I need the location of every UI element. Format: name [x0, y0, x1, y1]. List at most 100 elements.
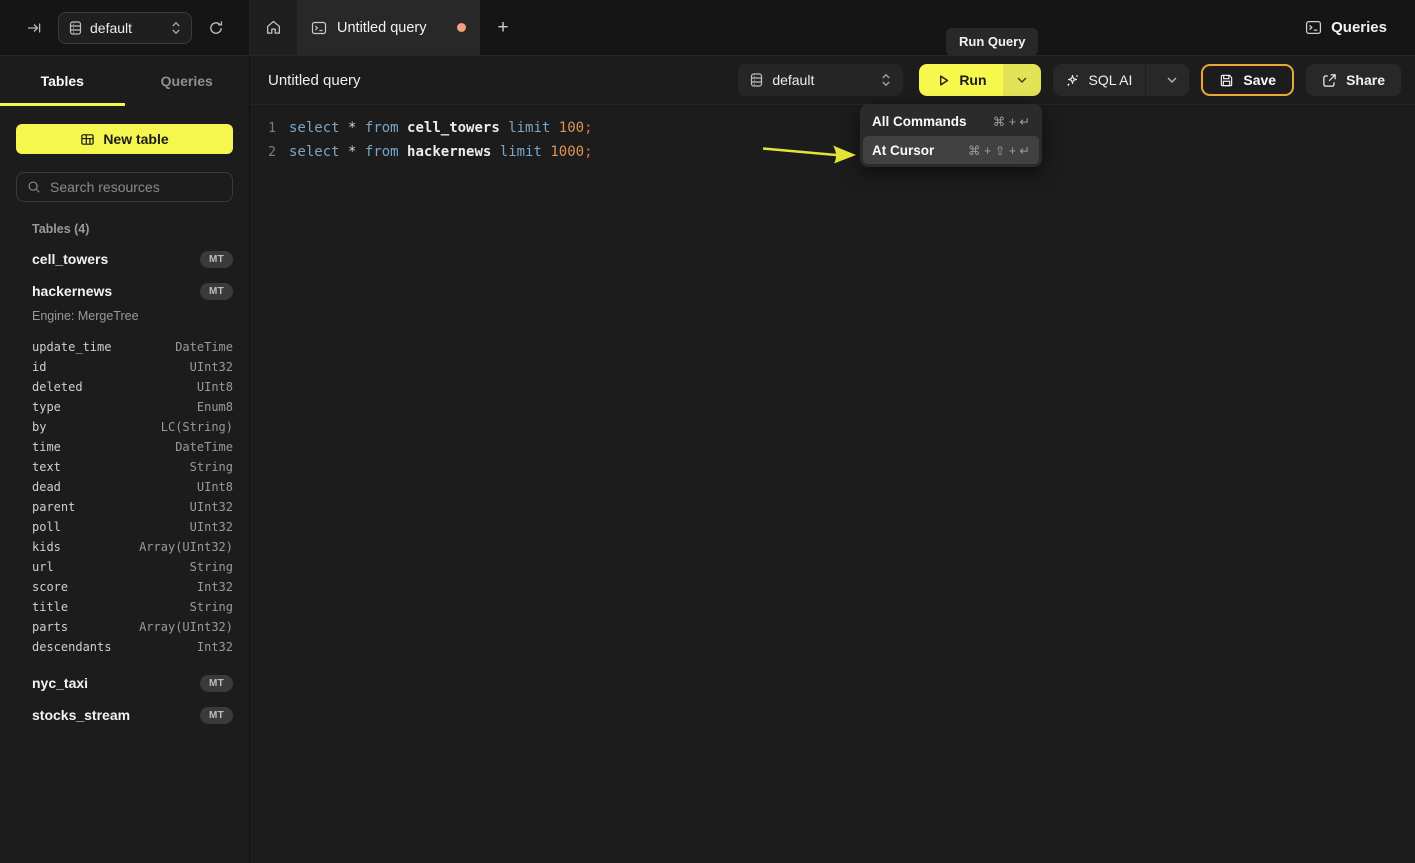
column-name: score: [32, 580, 68, 594]
column-row[interactable]: partsArray(UInt32): [16, 617, 233, 637]
column-name: kids: [32, 540, 61, 554]
column-name: update_time: [32, 340, 111, 354]
column-row[interactable]: deletedUInt8: [16, 377, 233, 397]
table-row-cell_towers[interactable]: cell_towersMT: [16, 243, 233, 275]
main-panel: Untitled query default Run: [250, 56, 1415, 863]
toolbar-database-value: default: [772, 72, 872, 88]
run-menu-item-all-commands[interactable]: All Commands⌘ + ↵: [863, 107, 1039, 135]
column-name: id: [32, 360, 46, 374]
column-row[interactable]: type Enum8: [16, 397, 233, 417]
column-type: UInt32: [190, 500, 233, 514]
run-options-button[interactable]: [1003, 64, 1041, 96]
sidebar-tab-queries[interactable]: Queries: [125, 56, 250, 106]
column-row[interactable]: kids Array(UInt32): [16, 537, 233, 557]
run-button-group: Run: [919, 64, 1040, 96]
table-name: cell_towers: [32, 251, 108, 267]
column-row[interactable]: textString: [16, 457, 233, 477]
column-type: String: [190, 460, 233, 474]
topbar: default Untitled query + Queries: [0, 0, 1415, 56]
column-type: UInt8: [197, 380, 233, 394]
column-name: url: [32, 560, 54, 574]
share-button-label: Share: [1346, 72, 1385, 88]
menu-item-label: At Cursor: [872, 143, 934, 158]
share-button[interactable]: Share: [1306, 64, 1401, 96]
sql-ai-options[interactable]: [1155, 64, 1189, 96]
sidebar-tab-tables-label: Tables: [41, 73, 84, 89]
column-type: UInt32: [190, 360, 233, 374]
new-table-label: New table: [103, 131, 168, 147]
engine-badge: MT: [200, 707, 233, 724]
column-type: String: [190, 600, 233, 614]
tables-section-header: Tables (4): [16, 222, 233, 236]
toolbar-database-selector[interactable]: default: [738, 64, 903, 96]
code-text: select * from cell_towers limit 100;: [289, 120, 593, 136]
queries-button-label: Queries: [1331, 19, 1387, 36]
queries-terminal-icon: [1305, 19, 1322, 36]
column-row[interactable]: deadUInt8: [16, 477, 233, 497]
tab-title: Untitled query: [337, 20, 447, 36]
table-name: stocks_stream: [32, 707, 130, 723]
column-row[interactable]: parentUInt32: [16, 497, 233, 517]
new-table-button[interactable]: New table: [16, 124, 233, 154]
search-input[interactable]: Search resources: [16, 172, 233, 202]
home-icon: [265, 19, 282, 36]
run-menu: All Commands⌘ + ↵ At Cursor ⌘ + ⇧ + ↵: [860, 104, 1042, 167]
sql-ai-button[interactable]: SQL AI: [1053, 64, 1190, 96]
sql-ai-label: SQL AI: [1089, 72, 1133, 88]
column-name: title: [32, 600, 68, 614]
chevron-down-icon: [1017, 77, 1027, 83]
search-icon: [27, 180, 41, 194]
engine-badge: MT: [200, 283, 233, 300]
code-text: select * from hackernews limit 1000;: [289, 144, 593, 160]
run-button[interactable]: Run: [919, 64, 1002, 96]
column-row[interactable]: urlString: [16, 557, 233, 577]
refresh-icon: [208, 20, 224, 36]
column-row[interactable]: id UInt32: [16, 357, 233, 377]
chevron-updown-icon: [881, 73, 891, 87]
column-row[interactable]: timeDateTime: [16, 437, 233, 457]
column-row[interactable]: byLC(String): [16, 417, 233, 437]
sql-editor[interactable]: 1 select * from cell_towers limit 100; 2se…: [250, 105, 1415, 164]
sidebar-tab-tables[interactable]: Tables: [0, 56, 125, 106]
terminal-icon: [311, 20, 327, 36]
queries-button[interactable]: Queries: [1305, 0, 1387, 55]
topbar-left: default: [0, 0, 250, 55]
column-row[interactable]: update_timeDateTime: [16, 337, 233, 357]
run-menu-item-at-cursor[interactable]: At Cursor ⌘ + ⇧ + ↵: [863, 136, 1039, 164]
code-line[interactable]: 2select * from hackernews limit 1000;: [250, 140, 1415, 164]
table-row-stocks_stream[interactable]: stocks_stream MT: [16, 699, 233, 731]
home-button[interactable]: [250, 0, 297, 55]
column-name: type: [32, 400, 61, 414]
column-row[interactable]: descendants Int32: [16, 637, 233, 657]
run-query-tooltip: Run Query: [946, 28, 1038, 56]
code-line[interactable]: 1 select * from cell_towers limit 100;: [250, 116, 1415, 140]
menu-item-shortcut: ⌘ + ⇧ + ↵: [968, 143, 1030, 158]
sidebar-body: New table Search resources Tables (4) ce…: [0, 106, 249, 731]
table-row-hackernews[interactable]: hackernewsMT: [16, 275, 233, 307]
column-type: Array(UInt32): [139, 540, 233, 554]
column-type: DateTime: [175, 440, 233, 454]
menu-item-label: All Commands: [872, 114, 967, 129]
code-lines: 1 select * from cell_towers limit 100; 2se…: [250, 116, 1415, 164]
database-icon: [750, 73, 763, 87]
collapse-sidebar-button[interactable]: [20, 14, 48, 42]
line-number: 1: [250, 117, 276, 141]
new-tab-button[interactable]: +: [480, 0, 526, 55]
column-row[interactable]: title String: [16, 597, 233, 617]
column-name: dead: [32, 480, 61, 494]
column-type: Enum8: [197, 400, 233, 414]
save-button[interactable]: Save: [1201, 64, 1294, 96]
tab-untitled-query[interactable]: Untitled query: [297, 0, 480, 55]
column-type: Int32: [197, 640, 233, 654]
table-row-nyc_taxi[interactable]: nyc_taxiMT: [16, 667, 233, 699]
sidebar-tabs: Tables Queries: [0, 56, 249, 106]
column-type: Int32: [197, 580, 233, 594]
refresh-button[interactable]: [202, 14, 230, 42]
column-name: descendants: [32, 640, 111, 654]
database-selector[interactable]: default: [58, 12, 192, 44]
query-header: Untitled query default Run: [250, 56, 1415, 105]
collapse-sidebar-icon: [26, 20, 42, 36]
column-row[interactable]: pollUInt32: [16, 517, 233, 537]
engine-badge: MT: [200, 675, 233, 692]
column-row[interactable]: score Int32: [16, 577, 233, 597]
